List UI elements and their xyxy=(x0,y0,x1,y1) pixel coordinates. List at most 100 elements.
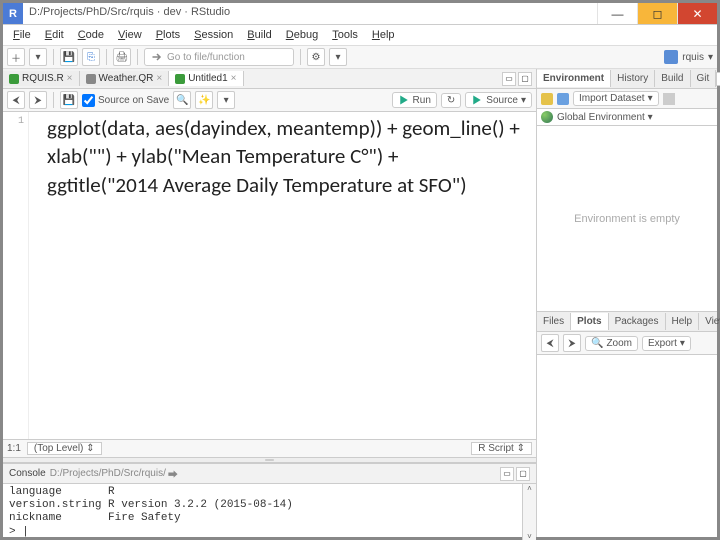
new-file-button[interactable]: ＋ xyxy=(7,48,25,66)
tab-help[interactable]: Help xyxy=(666,313,700,330)
chevron-down-icon: ▾ xyxy=(708,52,713,63)
code-text[interactable]: ggplot(data, aes(dayindex, meantemp)) + … xyxy=(29,112,536,439)
app-window: R D:/Projects/PhD/Src/rquis · dev · RStu… xyxy=(0,0,720,540)
export-button[interactable]: Export ▾ xyxy=(642,336,691,351)
rerun-button[interactable]: ↻ xyxy=(441,93,461,108)
tab-build[interactable]: Build xyxy=(655,70,690,87)
back-button[interactable]: ⮜ xyxy=(7,91,25,109)
pane-minimize-button[interactable]: ▭ xyxy=(500,467,514,481)
chevron-down-icon: ▾ xyxy=(648,93,653,104)
window-close-button[interactable]: ✕ xyxy=(677,3,717,24)
line-gutter: 1 xyxy=(3,112,29,439)
addins-button[interactable]: ⚙ xyxy=(307,48,325,66)
console-output[interactable]: language R version.string R version 3.2.… xyxy=(3,484,522,540)
console-pane: Console D:/Projects/PhD/Src/rquis/ ⮕ ▭ ▢… xyxy=(3,463,536,537)
menu-plots[interactable]: Plots xyxy=(150,27,186,43)
tab-plots[interactable]: Plots xyxy=(571,313,608,330)
tab-files[interactable]: Files xyxy=(537,313,571,330)
import-dataset-button[interactable]: Import Dataset ▾ xyxy=(573,91,659,106)
menubar: File Edit Code View Plots Session Build … xyxy=(3,25,717,46)
environment-tabstrip: Environment History Build Git ▭ ▢ xyxy=(537,69,717,89)
compile-button[interactable]: ▾ xyxy=(217,91,235,109)
pane-minimize-button[interactable]: ▭ xyxy=(502,72,516,86)
tab-close-icon[interactable]: × xyxy=(156,73,162,84)
source-on-save-input[interactable] xyxy=(82,94,95,107)
editor-tab-untitled1[interactable]: Untitled1 × xyxy=(169,71,243,86)
source-button[interactable]: Source ▾ xyxy=(465,92,532,108)
print-button[interactable]: 🖨 xyxy=(113,48,131,66)
code-editor[interactable]: 1 ggplot(data, aes(dayindex, meantemp)) … xyxy=(3,112,536,439)
window-minimize-button[interactable]: — xyxy=(597,3,637,24)
tab-packages[interactable]: Packages xyxy=(609,313,666,330)
plot-prev-button[interactable]: ⮜ xyxy=(541,334,559,352)
find-button[interactable]: 🔍 xyxy=(173,91,191,109)
pane-maximize-button[interactable]: ▢ xyxy=(518,72,532,86)
file-icon xyxy=(86,74,96,84)
toolbar-separator xyxy=(137,49,138,65)
scroll-up-icon[interactable]: ˄ xyxy=(527,484,532,493)
editor-tab-rquis[interactable]: RQUIS.R × xyxy=(3,71,80,86)
addins-dropdown[interactable]: ▾ xyxy=(329,48,347,66)
menu-tools[interactable]: Tools xyxy=(326,27,364,43)
open-file-button[interactable]: ▾ xyxy=(29,48,47,66)
console-scrollbar[interactable]: ˄ ˅ xyxy=(522,484,536,540)
editor-tab-weather[interactable]: Weather.QR × xyxy=(80,71,170,86)
run-icon xyxy=(398,94,410,106)
menu-session[interactable]: Session xyxy=(188,27,239,43)
plots-pane: Files Plots Packages Help Viewer ▭ ▢ ⮜ ⮞… xyxy=(537,312,717,537)
window-maximize-button[interactable]: ◻ xyxy=(637,3,677,24)
forward-button[interactable]: ⮞ xyxy=(29,91,47,109)
zoom-label: Zoom xyxy=(606,338,632,349)
code-line: ggplot(data, aes(dayindex, meantemp)) + … xyxy=(47,114,528,142)
scope-label: Global Environment xyxy=(557,112,645,123)
go-to-file-input[interactable]: Go to file/function xyxy=(144,48,294,66)
toolbar-separator xyxy=(53,92,54,108)
go-to-file-placeholder: Go to file/function xyxy=(167,52,245,63)
console-path-dropdown[interactable]: ⮕ xyxy=(168,466,178,481)
menu-view[interactable]: View xyxy=(112,27,148,43)
tab-close-icon[interactable]: × xyxy=(67,73,73,84)
pane-maximize-button[interactable]: ▢ xyxy=(516,467,530,481)
tab-history[interactable]: History xyxy=(611,70,655,87)
language-label: R Script xyxy=(478,443,514,454)
scope-selector[interactable]: Global Environment ▾ xyxy=(557,112,653,123)
save-button[interactable]: 💾 xyxy=(60,48,78,66)
menu-debug[interactable]: Debug xyxy=(280,27,324,43)
tab-environment[interactable]: Environment xyxy=(537,70,611,87)
environment-body: Environment is empty xyxy=(537,126,717,311)
r-file-icon xyxy=(175,74,185,84)
menu-help[interactable]: Help xyxy=(366,27,401,43)
wand-button[interactable]: ✨ xyxy=(195,91,213,109)
menu-build[interactable]: Build xyxy=(241,27,277,43)
toolbar-separator xyxy=(106,49,107,65)
tab-viewer[interactable]: Viewer xyxy=(699,313,720,330)
save-script-button[interactable]: 💾 xyxy=(60,91,78,109)
menu-file[interactable]: File xyxy=(7,27,37,43)
chevron-down-icon: ▾ xyxy=(680,338,685,349)
right-column: Environment History Build Git ▭ ▢ Import… xyxy=(537,69,717,537)
menu-edit[interactable]: Edit xyxy=(39,27,70,43)
project-selector[interactable]: rquis ▾ xyxy=(664,50,713,64)
tab-git[interactable]: Git xyxy=(691,70,717,87)
project-label: rquis xyxy=(682,52,704,63)
pane-minimize-button[interactable]: ▭ xyxy=(716,72,720,86)
tab-close-icon[interactable]: × xyxy=(231,73,237,84)
save-all-button[interactable]: ⎘ xyxy=(82,48,100,66)
environment-toolbar: Import Dataset ▾ xyxy=(537,89,717,109)
clear-workspace-icon[interactable] xyxy=(663,93,675,105)
main-split: RQUIS.R × Weather.QR × Untitled1 × ▭ ▢ xyxy=(3,69,717,537)
run-button[interactable]: Run xyxy=(392,92,437,108)
plot-next-button[interactable]: ⮞ xyxy=(563,334,581,352)
scope-selector[interactable]: (Top Level) ⇕ xyxy=(27,442,102,455)
menu-code[interactable]: Code xyxy=(72,27,110,43)
load-workspace-icon[interactable] xyxy=(541,93,553,105)
environment-pane: Environment History Build Git ▭ ▢ Import… xyxy=(537,69,717,312)
scroll-down-icon[interactable]: ˅ xyxy=(527,532,532,540)
zoom-button[interactable]: 🔍 Zoom xyxy=(585,336,638,351)
language-selector[interactable]: R Script ⇕ xyxy=(471,442,532,455)
toolbar-separator xyxy=(53,49,54,65)
save-workspace-icon[interactable] xyxy=(557,93,569,105)
chevron-down-icon: ▾ xyxy=(521,95,526,106)
plots-toolbar: ⮜ ⮞ 🔍 Zoom Export ▾ xyxy=(537,332,717,355)
source-on-save-checkbox[interactable]: Source on Save xyxy=(82,94,169,107)
